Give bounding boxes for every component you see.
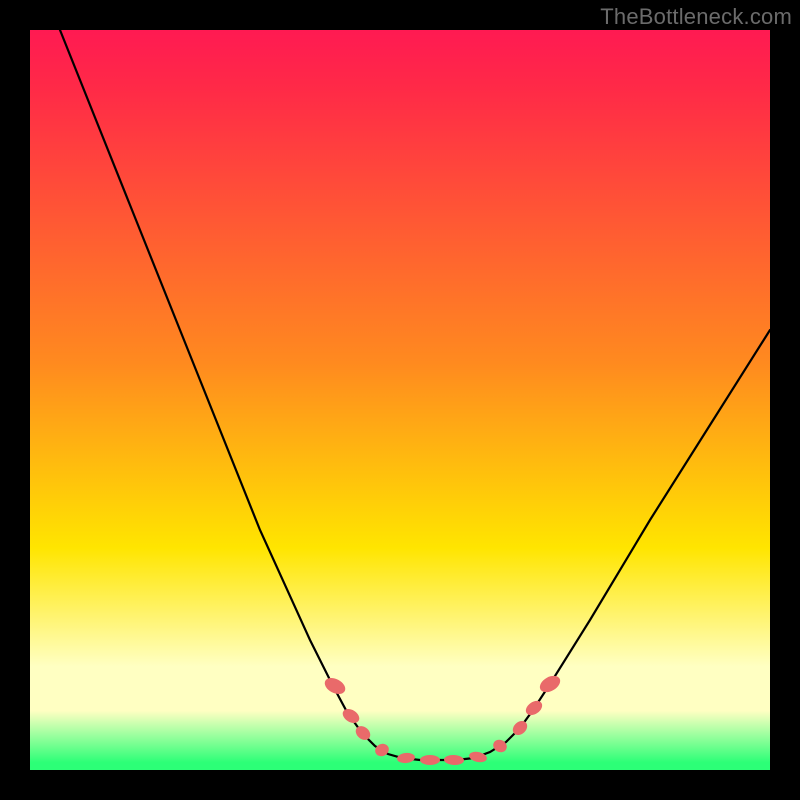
bead	[340, 706, 362, 726]
bead	[397, 752, 416, 764]
bead	[523, 698, 545, 718]
bead	[420, 755, 440, 765]
watermark-text: TheBottleneck.com	[600, 4, 792, 30]
chart-frame: TheBottleneck.com	[0, 0, 800, 800]
bead	[444, 754, 464, 765]
bead	[322, 675, 348, 698]
bead	[537, 672, 563, 695]
bottleneck-curve	[30, 30, 770, 770]
bead	[373, 742, 391, 759]
bead	[491, 737, 509, 754]
bead	[468, 750, 488, 764]
curve-path	[60, 30, 770, 760]
plot-area	[30, 30, 770, 770]
